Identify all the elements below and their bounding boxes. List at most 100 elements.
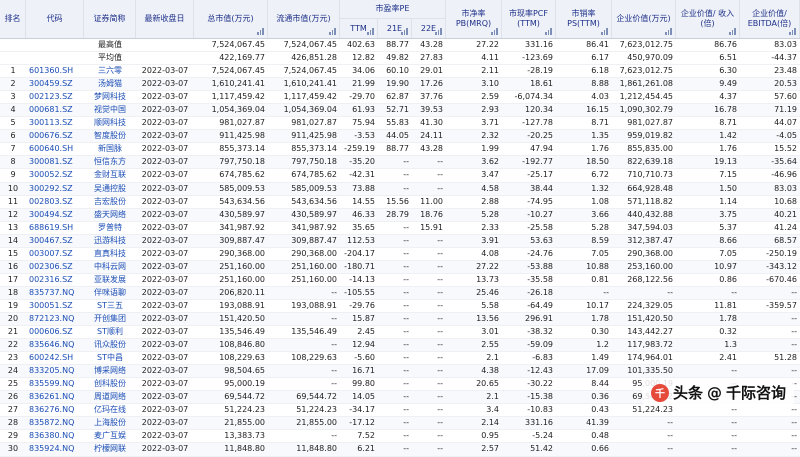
cell-code[interactable]: 300292.SZ [26,183,84,195]
cell-code[interactable]: 835872.NQ [26,417,84,429]
cell-code[interactable]: 835646.NQ [26,339,84,351]
cell-name[interactable]: 中科云网 [84,261,136,273]
column-header-ev_ebitda[interactable]: 企业价值/ EBITDA(倍) [740,0,800,38]
cell-code[interactable]: 835599.NQ [26,378,84,390]
table-row[interactable]: 9 300052.SZ 金财互联 2022-03-07 674,785.62 674,78… [0,169,800,183]
table-row[interactable]: 4 000681.SZ 视觉中国 2022-03-07 1,054,369.04 1,05… [0,104,800,118]
table-row[interactable]: 30 835924.NQ 柠檬网联 2022-03-07 11,848.80 11,848… [0,443,800,457]
table-row[interactable]: 13 688619.SH 罗普特 2022-03-07 341,987.92 341,98… [0,222,800,235]
table-row[interactable]: 17 002316.SZ 亚联发展 2022-03-07 251,160.00 251,1… [0,274,800,287]
cell-name[interactable]: 视觉中国 [84,104,136,116]
cell-code[interactable]: 003007.SZ [26,248,84,260]
table-row[interactable]: 12 300494.SZ 盛天网络 2022-03-07 430,589.97 430,5… [0,208,800,222]
cell-name[interactable]: 麦广互娱 [84,430,136,442]
cell-name[interactable]: 周道网络 [84,391,136,403]
table-row[interactable]: 1 601360.SH 三六零 2022-03-07 7,524,067.45 7,524… [0,65,800,79]
cell-name[interactable]: 金财互联 [84,169,136,181]
column-header-name[interactable]: 证券简称 [84,0,136,38]
table-row[interactable]: 11 002803.SZ 吉宏股份 2022-03-07 543,634.56 543,6… [0,196,800,209]
column-header-date[interactable]: 最新收盘日 [136,0,194,38]
table-row[interactable]: 7 600640.SH 新国脉 2022-03-07 855,373.14 855,373… [0,143,800,157]
cell-name[interactable]: 亚联发展 [84,274,136,286]
cell-name[interactable]: ST顺利 [84,326,136,338]
cell-code[interactable]: 872123.NQ [26,313,84,325]
table-row[interactable]: 16 002306.SZ 中科云网 2022-03-07 251,160.00 251,1… [0,260,800,274]
cell-name[interactable]: 迅游科技 [84,235,136,247]
column-header-pe_ttm[interactable]: TTM [340,19,378,38]
table-row[interactable]: 21 000606.SZ ST顺利 2022-03-07 135,546.49 135,5… [0,326,800,340]
table-row[interactable]: 18 835737.NQ 伴咪语聊 2022-03-07 206,820.11 -- -10… [0,286,800,300]
cell-name[interactable]: 创科股份 [84,378,136,390]
cell-code[interactable]: 836380.NQ [26,430,84,442]
cell-code[interactable]: 002316.SZ [26,274,84,286]
cell-code[interactable]: 000681.SZ [26,104,84,116]
table-row[interactable]: 23 600242.SH ST中昌 2022-03-07 108,229.63 108,2… [0,352,800,366]
cell-code[interactable]: 600640.SH [26,143,84,155]
cell-name[interactable]: 梦网科技 [84,91,136,103]
table-row[interactable]: 3 002123.SZ 梦网科技 2022-03-07 1,117,459.42 1,11… [0,91,800,105]
cell-name[interactable]: 亿玛在线 [84,404,136,416]
column-header-ev[interactable]: 企业价值(万元) [612,0,676,38]
cell-code[interactable]: 000676.SZ [26,130,84,142]
table-row[interactable]: 8 300081.SZ 恒信东方 2022-03-07 797,750.18 797,75… [0,156,800,170]
column-header-pe_22e[interactable]: 22E [412,19,446,38]
table-row[interactable]: 29 836380.NQ 麦广互娱 2022-03-07 13,383.73 -- 7.52… [0,430,800,444]
cell-name[interactable]: 上海股份 [84,417,136,429]
cell-name[interactable]: ST三五 [84,300,136,312]
cell-code[interactable]: 300113.SZ [26,117,84,129]
cell-code[interactable]: 300051.SZ [26,300,84,312]
cell-name[interactable]: 柠檬网联 [84,443,136,455]
cell-code[interactable]: 300494.SZ [26,209,84,221]
cell-code[interactable]: 002123.SZ [26,91,84,103]
cell-code[interactable]: 833205.NQ [26,365,84,377]
cell-code[interactable]: 300052.SZ [26,169,84,181]
cell-name[interactable]: 盛天网络 [84,209,136,221]
table-row[interactable]: 5 300113.SZ 顺网科技 2022-03-07 981,027.87 981,02… [0,117,800,131]
table-row[interactable]: 28 835872.NQ 上海股份 2022-03-07 21,855.00 21,855… [0,417,800,431]
cell-name[interactable]: 汤姆猫 [84,78,136,90]
cell-code[interactable]: 300467.SZ [26,235,84,247]
table-row[interactable]: 14 300467.SZ 迅游科技 2022-03-07 309,887.47 309,8… [0,234,800,248]
cell-code[interactable]: 300081.SZ [26,156,84,168]
cell-code[interactable]: 836276.NQ [26,404,84,416]
cell-code[interactable]: 601360.SH [26,65,84,77]
cell-code[interactable]: 835924.NQ [26,443,84,455]
cell-name[interactable]: 恒信东方 [84,156,136,168]
table-row[interactable]: 15 003007.SZ 直真科技 2022-03-07 290,368.00 290,3… [0,248,800,261]
column-header-code[interactable]: 代码 [26,0,84,38]
table-row[interactable]: 27 836276.NQ 亿玛在线 2022-03-07 51,224.23 51,224… [0,404,800,418]
cell-name[interactable]: 直真科技 [84,248,136,260]
cell-code[interactable]: 000606.SZ [26,326,84,338]
cell-name[interactable]: 新国脉 [84,143,136,155]
column-header-mv_total[interactable]: 总市值(万元) [194,0,268,38]
table-row[interactable]: 24 833205.NQ 博采网络 2022-03-07 98,504.65 -- 16.7… [0,365,800,379]
column-header-idx[interactable]: 排名 [0,0,26,38]
cell-name[interactable]: 吴通控股 [84,183,136,195]
cell-name[interactable]: 开创集团 [84,313,136,325]
column-header-mv_float[interactable]: 流通市值(万元) [268,0,340,38]
column-header-pe_21e[interactable]: 21E [378,19,412,38]
cell-code[interactable]: 600242.SH [26,352,84,364]
cell-code[interactable]: 836261.NQ [26,391,84,403]
table-row[interactable]: 2 300459.SZ 汤姆猫 2022-03-07 1,610,241.41 1,610… [0,78,800,92]
cell-name[interactable]: 罗普特 [84,222,136,234]
table-row[interactable]: 6 000676.SZ 智度股份 2022-03-07 911,425.98 911,42… [0,130,800,144]
cell-name[interactable]: 伴咪语聊 [84,287,136,299]
cell-name[interactable]: 智度股份 [84,130,136,142]
column-header-ps[interactable]: 市销率PS(TTM) [556,0,612,38]
cell-name[interactable]: 顺网科技 [84,117,136,129]
cell-code[interactable]: 002306.SZ [26,261,84,273]
cell-code[interactable]: 835737.NQ [26,287,84,299]
table-row[interactable]: 10 300292.SZ 吴通控股 2022-03-07 585,009.53 585,0… [0,182,800,196]
table-row[interactable]: 20 872123.NQ 开创集团 2022-03-07 151,420.50 -- 15.… [0,312,800,327]
cell-code[interactable]: 300459.SZ [26,78,84,90]
cell-code[interactable]: 688619.SH [26,222,84,234]
table-row[interactable]: 19 300051.SZ ST三五 2022-03-07 193,088.91 193,0… [0,300,800,313]
cell-code[interactable]: 002803.SZ [26,196,84,208]
cell-name[interactable]: ST中昌 [84,352,136,364]
cell-name[interactable]: 三六零 [84,65,136,77]
cell-name[interactable]: 博采网络 [84,365,136,377]
cell-name[interactable]: 讯众股份 [84,339,136,351]
column-header-pcf[interactable]: 市现率PCF (TTM) [502,0,556,38]
table-row[interactable]: 22 835646.NQ 讯众股份 2022-03-07 108,846.80 -- 12.… [0,339,800,353]
